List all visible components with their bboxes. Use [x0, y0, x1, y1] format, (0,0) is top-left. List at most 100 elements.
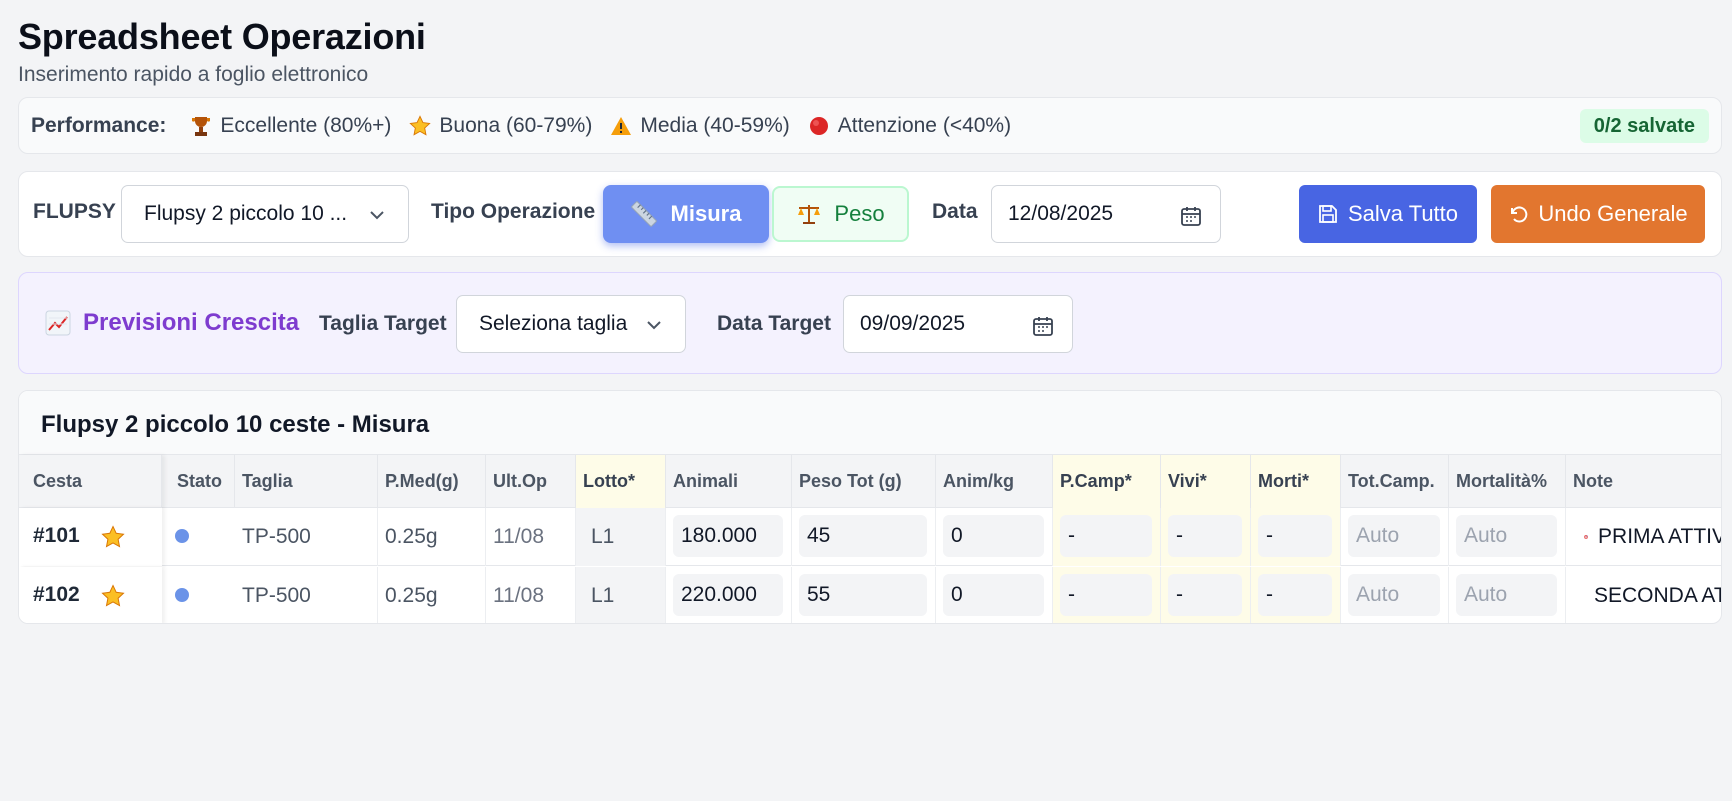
spreadsheet-header: Flupsy 2 piccolo 10 ceste - Misura — [19, 391, 1721, 455]
flupsy-label: FLUPSY — [33, 200, 116, 223]
note-cell[interactable]: PRIMA ATTIV — [1566, 508, 1721, 566]
animali-input[interactable]: 220.000 — [673, 574, 783, 616]
morti-input[interactable]: - — [1258, 515, 1332, 557]
legend-excellent-text: Eccellente (80%+) — [220, 113, 392, 137]
column-header: Tot.Camp. — [1341, 455, 1449, 508]
misura-button[interactable]: Misura — [603, 185, 769, 243]
anim-kg-input[interactable]: 0 — [943, 574, 1044, 616]
save-icon — [1319, 205, 1337, 223]
pcamp-cell: - — [1053, 567, 1161, 623]
page-subtitle: Inserimento rapido a foglio elettronico — [18, 63, 369, 86]
vivi-cell: - — [1161, 567, 1251, 623]
flupsy-select[interactable]: Flupsy 2 piccolo 10 ... — [121, 185, 409, 243]
salva-tutto-label: Salva Tutto — [1347, 201, 1459, 226]
performance-label: Performance: — [31, 113, 167, 137]
mortalita-cell: Auto — [1449, 508, 1566, 566]
tot-camp-cell: Auto — [1341, 508, 1449, 566]
warning-icon — [610, 115, 632, 137]
ruler-icon — [630, 201, 657, 227]
mortalita-cell: Auto — [1449, 567, 1566, 623]
spreadsheet-card: Flupsy 2 piccolo 10 ceste - Misura Cesta… — [18, 390, 1722, 624]
column-header: Peso Tot (g) — [792, 455, 936, 508]
pcamp-input[interactable]: - — [1060, 574, 1152, 616]
column-header: Note — [1573, 471, 1613, 491]
column-header: Ult.Op — [486, 455, 576, 508]
tipo-operazione-label: Tipo Operazione — [431, 200, 596, 223]
legend-medium-text: Media (40-59%) — [640, 113, 790, 137]
calendar-icon[interactable] — [1032, 315, 1054, 337]
chart-increasing-icon — [45, 310, 71, 336]
vivi-input[interactable]: - — [1168, 515, 1242, 557]
legend-medium: Media (40-59%) — [610, 113, 790, 138]
cesta-cell[interactable]: #101 — [19, 508, 162, 566]
column-header: Morti* — [1251, 455, 1341, 508]
spreadsheet-title: Flupsy 2 piccolo 10 ceste - Misura — [41, 411, 430, 438]
legend-attention-text: Attenzione (<40%) — [837, 113, 1012, 137]
status-dot — [175, 588, 189, 602]
note-text: SECONDA AT — [1594, 584, 1722, 607]
cesta-cell[interactable]: #102 — [19, 567, 162, 623]
column-header: Vivi* — [1161, 455, 1251, 508]
animali-cell: 180.000 — [666, 508, 792, 566]
ultop-cell: 11/08 — [486, 567, 576, 623]
operations-toolbar: FLUPSY Flupsy 2 piccolo 10 ... Tipo Oper… — [18, 171, 1722, 257]
mortalita-input[interactable]: Auto — [1456, 515, 1557, 557]
legend-attention: Attenzione (<40%) — [808, 114, 1011, 138]
animali-input[interactable]: 180.000 — [673, 515, 783, 557]
peso-button[interactable]: Peso — [772, 186, 909, 242]
pcamp-input[interactable]: - — [1060, 515, 1152, 557]
legend-good-text: Buona (60-79%) — [439, 113, 593, 137]
peso-label: Peso — [834, 201, 885, 226]
scale-icon — [798, 205, 821, 224]
morti-cell: - — [1251, 567, 1341, 623]
status-dot — [175, 529, 189, 543]
legend-excellent: Eccellente (80%+) — [190, 114, 391, 138]
vivi-input[interactable]: - — [1168, 574, 1242, 616]
morti-input[interactable]: - — [1258, 574, 1332, 616]
note-cell[interactable]: SECONDA AT — [1566, 567, 1722, 623]
vivi-cell: - — [1161, 508, 1251, 566]
salva-tutto-button[interactable]: Salva Tutto — [1299, 185, 1477, 243]
taglia-cell: TP-500 — [235, 567, 378, 623]
column-header: Lotto* — [576, 455, 666, 508]
ultop-cell: 11/08 — [486, 508, 576, 566]
table-row: #101 TP-500 0.25g 11/08 L1 180.000 45 0 … — [19, 508, 1721, 566]
peso-tot-input[interactable]: 55 — [799, 574, 927, 616]
chevron-down-icon — [370, 211, 384, 220]
undo-generale-button[interactable]: Undo Generale — [1491, 185, 1705, 243]
data-input[interactable]: 12/08/2025 — [991, 185, 1221, 243]
anim-kg-cell: 0 — [936, 508, 1053, 566]
taglia-target-label: Taglia Target — [319, 312, 447, 335]
tot-camp-input[interactable]: Auto — [1348, 574, 1440, 616]
table-row: #102 TP-500 0.25g 11/08 L1 220.000 55 0 … — [19, 567, 1722, 623]
data-target-value: 09/09/2025 — [860, 312, 966, 335]
data-label: Data — [932, 200, 978, 223]
star-icon — [101, 525, 125, 548]
lotto-cell[interactable]: L1 — [576, 567, 666, 623]
cesta-number: #101 — [33, 524, 80, 547]
peso-tot-cell: 55 — [792, 567, 936, 623]
page-title: Spreadsheet Operazioni — [18, 16, 426, 57]
calendar-icon[interactable] — [1180, 205, 1202, 227]
chevron-down-icon — [647, 321, 661, 330]
pmed-cell: 0.25g — [378, 508, 486, 566]
trophy-icon — [190, 115, 212, 137]
anim-kg-input[interactable]: 0 — [943, 515, 1044, 557]
column-header: Animali — [666, 455, 792, 508]
data-target-input[interactable]: 09/09/2025 — [843, 295, 1073, 353]
saved-count-badge: 0/2 salvate — [1579, 109, 1709, 143]
undo-generale-label: Undo Generale — [1538, 201, 1688, 226]
taglia-target-value: Seleziona taglia — [479, 312, 628, 335]
anim-kg-cell: 0 — [936, 567, 1053, 623]
previsioni-crescita-panel: Previsioni Crescita Taglia Target Selezi… — [18, 272, 1722, 374]
data-target-label: Data Target — [717, 312, 831, 335]
taglia-target-select[interactable]: Seleziona taglia — [456, 295, 686, 353]
column-header: Stato — [162, 455, 235, 508]
lotto-cell[interactable]: L1 — [576, 508, 666, 566]
tot-camp-input[interactable]: Auto — [1348, 515, 1440, 557]
column-header: Mortalità% — [1449, 455, 1566, 508]
table-header-row: Cesta Stato Taglia P.Med(g) Ult.Op Lotto… — [19, 455, 1721, 508]
peso-tot-input[interactable]: 45 — [799, 515, 927, 557]
peso-tot-cell: 45 — [792, 508, 936, 566]
mortalita-input[interactable]: Auto — [1456, 574, 1557, 616]
